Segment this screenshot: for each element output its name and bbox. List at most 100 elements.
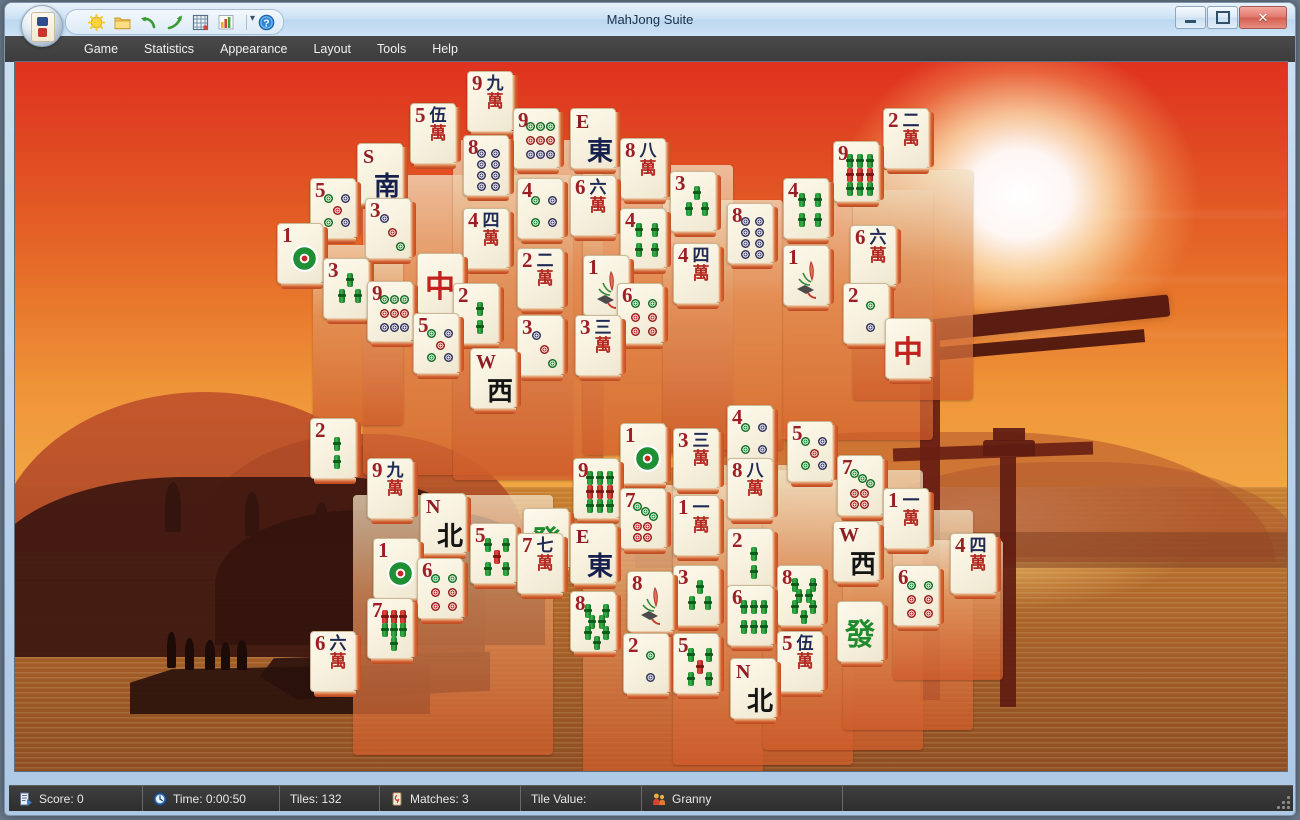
qat-customize-button[interactable]: ▾ — [250, 14, 255, 24]
person-silhouette — [221, 642, 230, 670]
mahjong-tile[interactable]: 2 — [727, 528, 773, 589]
mahjong-tile[interactable]: W西 — [833, 521, 879, 582]
mahjong-tile[interactable]: 9九萬 — [467, 71, 513, 132]
mahjong-tile[interactable]: E東 — [570, 523, 616, 584]
mahjong-tile[interactable]: 5 — [470, 523, 516, 584]
mahjong-tile[interactable]: 3三萬 — [673, 428, 719, 489]
mahjong-tile[interactable]: 9 — [367, 281, 413, 342]
mahjong-tile[interactable]: 8八萬 — [620, 138, 666, 199]
mahjong-tile[interactable]: 1一萬 — [673, 495, 719, 556]
mahjong-tile[interactable]: 8八萬 — [727, 458, 773, 519]
mahjong-tile[interactable]: 8 — [777, 565, 823, 626]
menu-item-help[interactable]: Help — [419, 38, 471, 60]
wind-glyph-icon: 北 — [437, 524, 463, 550]
mahjong-tile[interactable]: 7 — [367, 598, 413, 659]
mahjong-tile[interactable]: 1一萬 — [883, 488, 929, 549]
undo-icon[interactable] — [140, 14, 157, 31]
statistics-chart-icon[interactable] — [218, 14, 235, 31]
mahjong-tile[interactable]: 3 — [323, 258, 369, 319]
mahjong-tile[interactable]: 8 — [627, 571, 673, 632]
mahjong-tile[interactable]: 6六萬 — [310, 631, 356, 692]
mahjong-tile[interactable]: 2 — [843, 283, 889, 344]
game-board[interactable]: 9九萬5伍萬9E東2二萬88八萬9S南36六萬544384四萬416六萬4四萬1… — [15, 62, 1287, 771]
mahjong-tile[interactable]: 5伍萬 — [410, 103, 456, 164]
mahjong-tile[interactable]: 1 — [277, 223, 323, 284]
mahjong-tile[interactable]: 6六萬 — [850, 225, 896, 286]
mahjong-tile[interactable]: 9 — [833, 141, 879, 202]
redo-icon[interactable] — [166, 14, 183, 31]
app-logo-orb[interactable] — [21, 5, 63, 47]
mahjong-tile[interactable]: 1 — [620, 423, 666, 484]
dot-suit-icon — [854, 295, 886, 341]
minimize-button[interactable] — [1175, 6, 1206, 29]
mahjong-tile[interactable]: 發 — [837, 601, 883, 662]
maximize-button[interactable] — [1207, 6, 1238, 29]
mahjong-tile[interactable]: 2二萬 — [517, 248, 563, 309]
mahjong-tile[interactable]: 中 — [885, 318, 931, 379]
mahjong-tile[interactable]: 8 — [727, 203, 773, 264]
mahjong-tile[interactable]: 5 — [413, 313, 459, 374]
mahjong-tile[interactable]: W西 — [470, 348, 516, 409]
mahjong-tile[interactable]: 3 — [365, 198, 411, 259]
wind-letter-label: W — [839, 524, 859, 547]
open-folder-icon[interactable] — [114, 14, 131, 31]
mahjong-tile[interactable]: 3 — [517, 315, 563, 376]
mahjong-tile[interactable]: 4四萬 — [950, 533, 996, 594]
mahjong-tile[interactable]: 6 — [417, 558, 463, 619]
dot-one-suit-icon — [631, 435, 663, 481]
menu-item-tools[interactable]: Tools — [364, 38, 419, 60]
mahjong-tile[interactable]: 3 — [673, 565, 719, 626]
character-suit-icon: 四萬 — [685, 248, 717, 283]
status-cell-spacer — [843, 786, 1293, 811]
wind-glyph-icon: 南 — [374, 174, 400, 200]
mahjong-tile[interactable]: 1 — [783, 245, 829, 306]
wind-letter-label: E — [576, 526, 589, 549]
mahjong-tile[interactable]: 2 — [623, 633, 669, 694]
mahjong-tile[interactable]: 1 — [373, 538, 419, 599]
mahjong-tile[interactable]: 5 — [673, 633, 719, 694]
help-icon[interactable]: ? — [258, 14, 275, 31]
menu-item-statistics[interactable]: Statistics — [131, 38, 207, 60]
mahjong-tile[interactable]: 4四萬 — [463, 208, 509, 269]
character-suit-icon: 七萬 — [529, 538, 561, 573]
mahjong-tile[interactable]: S南 — [357, 143, 403, 204]
dot-suit-icon — [528, 327, 560, 373]
mahjong-tile[interactable]: 3三萬 — [575, 315, 621, 376]
mahjong-tile[interactable]: 4 — [783, 178, 829, 239]
bamboo-suit-icon — [334, 269, 367, 316]
menu-item-layout[interactable]: Layout — [300, 38, 364, 60]
mahjong-tile[interactable]: 4 — [727, 405, 773, 466]
menu-item-appearance[interactable]: Appearance — [207, 38, 300, 60]
mahjong-tile[interactable]: 2 — [310, 418, 356, 479]
mahjong-tile[interactable]: 3 — [670, 171, 716, 232]
bamboo-suit-icon — [581, 602, 614, 649]
mahjong-tile[interactable]: 4 — [517, 178, 563, 239]
person-silhouette — [167, 632, 176, 668]
mahjong-tile[interactable]: E東 — [570, 108, 616, 169]
mahjong-tile[interactable]: 7七萬 — [517, 533, 563, 594]
menu-item-game[interactable]: Game — [71, 38, 131, 60]
mahjong-tile[interactable]: 8 — [463, 135, 509, 196]
mahjong-tile[interactable]: 7 — [837, 455, 883, 516]
mahjong-tile[interactable]: 6 — [727, 585, 773, 646]
mahjong-tile[interactable]: 9九萬 — [367, 458, 413, 519]
mahjong-tile[interactable]: 8 — [570, 591, 616, 652]
resize-grip[interactable] — [1276, 795, 1290, 809]
mahjong-tile[interactable]: 5 — [787, 421, 833, 482]
mahjong-tile[interactable]: 5伍萬 — [777, 631, 823, 692]
mahjong-tile[interactable]: N北 — [420, 493, 466, 554]
layout-grid-icon[interactable] — [192, 14, 209, 31]
wind-letter-label: N — [736, 661, 750, 684]
mahjong-tile[interactable]: 9 — [573, 458, 619, 519]
mahjong-tile[interactable]: 9 — [513, 108, 559, 169]
new-game-icon[interactable] — [88, 14, 105, 31]
close-button[interactable]: ✕ — [1239, 6, 1287, 29]
mahjong-tile[interactable]: 4四萬 — [673, 243, 719, 304]
character-suit-icon: 三萬 — [587, 320, 619, 355]
mahjong-tile[interactable]: 2二萬 — [883, 108, 929, 169]
mahjong-tile[interactable]: 6 — [893, 565, 939, 626]
mahjong-tile[interactable]: 7 — [620, 488, 666, 549]
mahjong-tile[interactable]: 6六萬 — [570, 175, 616, 236]
red-dragon-icon: 中 — [886, 319, 930, 378]
mahjong-tile[interactable]: N北 — [730, 658, 776, 719]
